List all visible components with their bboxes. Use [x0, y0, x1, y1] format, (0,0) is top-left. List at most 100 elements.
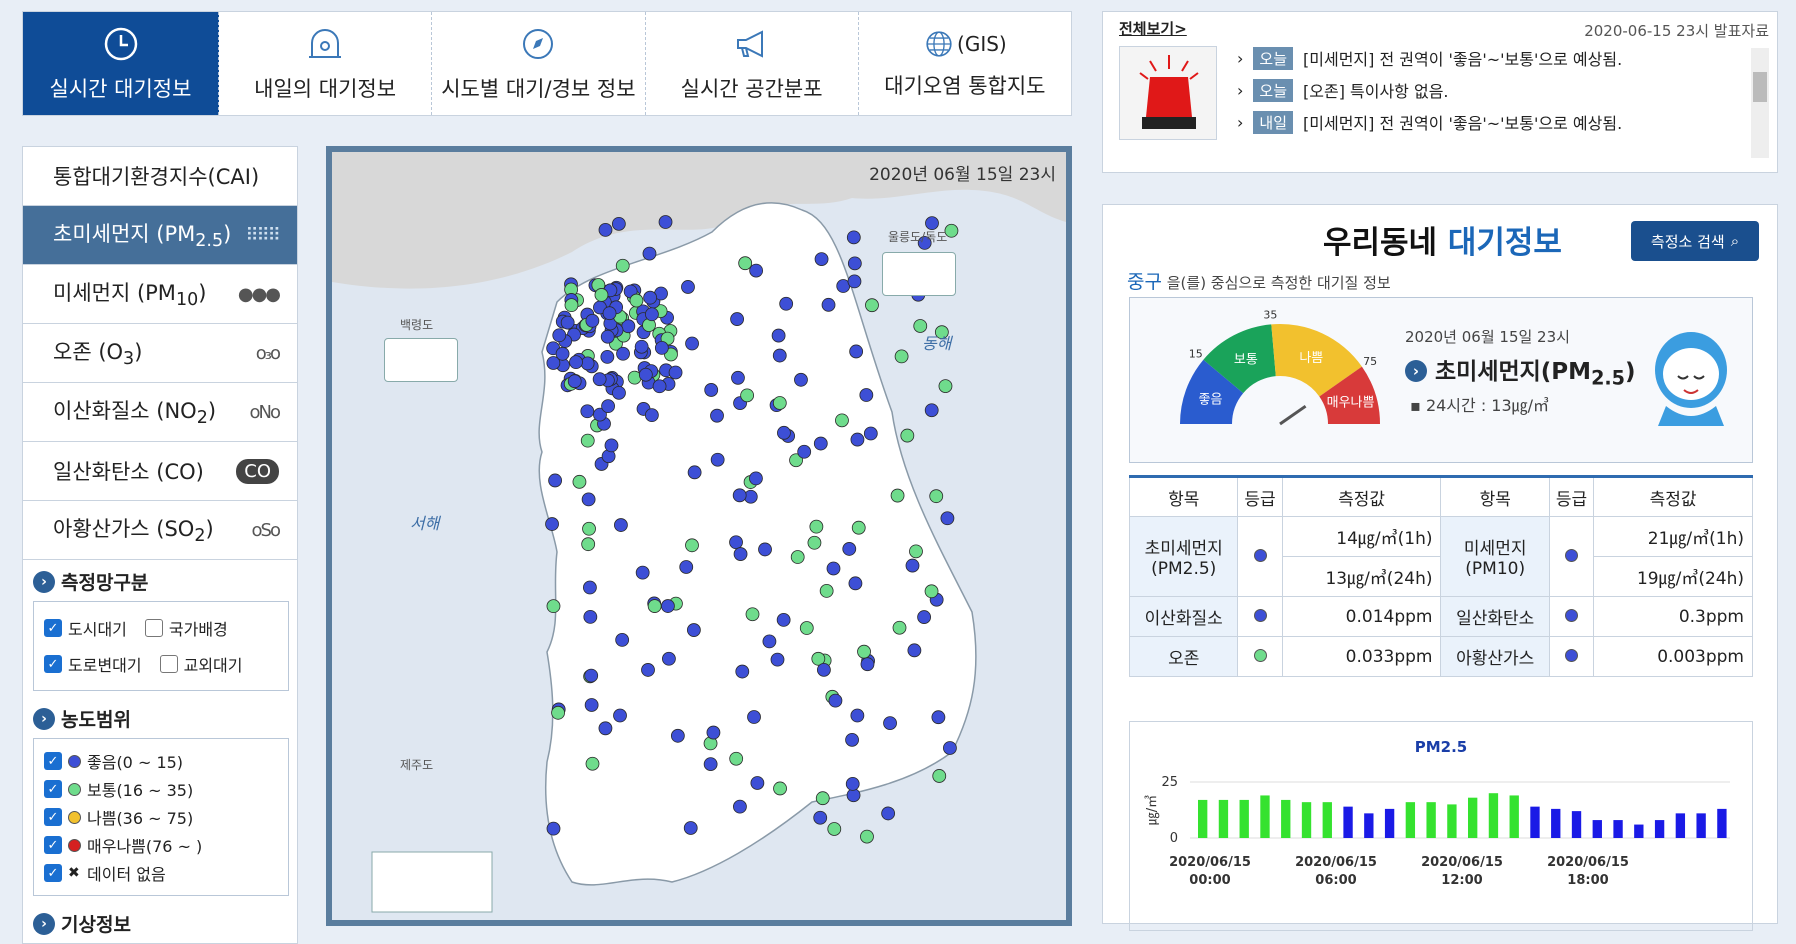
- station-marker[interactable]: [555, 346, 570, 361]
- station-marker[interactable]: [815, 791, 830, 806]
- station-marker[interactable]: [813, 436, 828, 451]
- station-marker[interactable]: [732, 488, 747, 503]
- station-marker[interactable]: [685, 336, 699, 351]
- station-marker[interactable]: [828, 693, 843, 708]
- station-marker[interactable]: [581, 492, 596, 507]
- station-marker[interactable]: [929, 489, 944, 504]
- station-marker[interactable]: [644, 408, 659, 423]
- station-marker[interactable]: [583, 609, 598, 624]
- station-marker[interactable]: [616, 346, 630, 361]
- station-marker[interactable]: [745, 607, 760, 622]
- station-marker[interactable]: [552, 328, 567, 343]
- station-marker[interactable]: [790, 550, 805, 564]
- station-marker[interactable]: [569, 355, 583, 370]
- station-marker[interactable]: [776, 613, 791, 627]
- station-marker[interactable]: [924, 584, 939, 599]
- station-marker[interactable]: [758, 542, 772, 557]
- station-marker[interactable]: [652, 379, 667, 394]
- station-marker[interactable]: [612, 385, 626, 400]
- station-marker[interactable]: [771, 328, 786, 343]
- station-marker[interactable]: [905, 558, 920, 573]
- station-marker[interactable]: [932, 769, 947, 783]
- station-marker[interactable]: [865, 298, 879, 313]
- tab-tomorrow[interactable]: 내일의 대기정보: [219, 12, 433, 115]
- checkbox-no-data[interactable]: ✓ ✖ 데이터 없음: [44, 861, 278, 885]
- news-item[interactable]: › 오늘 [오존] 특이사항 없음.: [1237, 78, 1449, 102]
- station-marker[interactable]: [851, 520, 866, 535]
- station-marker[interactable]: [762, 634, 777, 649]
- menu-pm25[interactable]: 초미세먼지 (PM2.5) ⠿⠿⠿: [23, 206, 297, 265]
- news-item[interactable]: › 오늘 [미세먼지] 전 권역이 '좋음'~'보통'으로 예상됨.: [1237, 46, 1622, 70]
- tab-realtime[interactable]: 실시간 대기정보: [23, 12, 219, 115]
- station-marker[interactable]: [733, 799, 747, 814]
- station-marker[interactable]: [703, 757, 718, 772]
- station-marker[interactable]: [729, 751, 744, 766]
- station-marker[interactable]: [564, 298, 579, 313]
- station-marker[interactable]: [835, 413, 849, 428]
- station-marker[interactable]: [909, 544, 923, 559]
- station-marker[interactable]: [847, 274, 862, 289]
- station-marker[interactable]: [859, 388, 874, 402]
- station-marker[interactable]: [629, 293, 644, 308]
- station-marker[interactable]: [883, 716, 897, 731]
- checkbox-bad[interactable]: ✓ 나쁨(36 ~ 75): [44, 805, 278, 829]
- checkbox-suburban[interactable]: 교외대기: [159, 652, 243, 676]
- station-search-button[interactable]: 측정소 검색 ⌕: [1631, 221, 1759, 261]
- station-marker[interactable]: [890, 488, 905, 503]
- station-map[interactable]: 울릉도/독도 백령도 제주도 동해 서해 2020년 06월 15일 23시: [326, 146, 1072, 926]
- station-marker[interactable]: [819, 583, 834, 598]
- station-marker[interactable]: [634, 339, 649, 354]
- menu-o3[interactable]: 오존 (O3) o₃o: [23, 324, 297, 383]
- station-marker[interactable]: [850, 708, 865, 723]
- checkbox-background[interactable]: 국가배경: [144, 616, 228, 640]
- station-marker[interactable]: [638, 367, 653, 382]
- station-marker[interactable]: [770, 652, 785, 667]
- station-marker[interactable]: [729, 535, 743, 550]
- station-marker[interactable]: [611, 216, 626, 231]
- station-marker[interactable]: [749, 471, 763, 486]
- station-marker[interactable]: [635, 565, 650, 580]
- station-marker[interactable]: [687, 465, 702, 480]
- station-marker[interactable]: [860, 829, 874, 844]
- station-marker[interactable]: [943, 741, 957, 755]
- station-marker[interactable]: [848, 576, 863, 591]
- station-marker[interactable]: [940, 511, 955, 526]
- station-marker[interactable]: [907, 643, 922, 658]
- station-marker[interactable]: [821, 297, 836, 312]
- station-marker[interactable]: [847, 256, 862, 271]
- station-marker[interactable]: [615, 258, 630, 273]
- station-marker[interactable]: [938, 379, 953, 394]
- station-marker[interactable]: [735, 664, 750, 679]
- station-marker[interactable]: [580, 404, 595, 419]
- station-marker[interactable]: [681, 280, 695, 294]
- station-marker[interactable]: [594, 288, 609, 302]
- station-marker[interactable]: [881, 806, 896, 821]
- station-marker[interactable]: [826, 561, 841, 576]
- station-marker[interactable]: [797, 444, 812, 459]
- station-marker[interactable]: [738, 256, 753, 271]
- station-marker[interactable]: [662, 651, 676, 666]
- station-marker[interactable]: [924, 403, 939, 418]
- station-marker[interactable]: [931, 710, 946, 725]
- news-scrollbar[interactable]: [1751, 48, 1769, 158]
- station-marker[interactable]: [604, 438, 619, 453]
- station-marker[interactable]: [772, 396, 787, 410]
- station-marker[interactable]: [584, 698, 599, 712]
- station-marker[interactable]: [772, 348, 787, 363]
- station-marker[interactable]: [777, 425, 791, 440]
- station-marker[interactable]: [551, 705, 565, 720]
- station-marker[interactable]: [654, 341, 669, 355]
- station-marker[interactable]: [779, 296, 794, 311]
- station-marker[interactable]: [642, 246, 657, 261]
- station-marker[interactable]: [598, 223, 613, 237]
- checkbox-very-bad[interactable]: ✓ 매우나쁨(76 ~ ): [44, 833, 278, 857]
- station-marker[interactable]: [814, 252, 829, 267]
- tab-spatial[interactable]: 실시간 공간분포: [646, 12, 859, 115]
- station-marker[interactable]: [582, 521, 596, 536]
- station-marker[interactable]: [845, 732, 859, 747]
- station-marker[interactable]: [601, 399, 615, 414]
- station-marker[interactable]: [580, 356, 595, 371]
- station-marker[interactable]: [773, 781, 787, 796]
- checkbox-normal[interactable]: ✓ 보통(16 ~ 35): [44, 777, 278, 801]
- station-marker[interactable]: [567, 374, 582, 389]
